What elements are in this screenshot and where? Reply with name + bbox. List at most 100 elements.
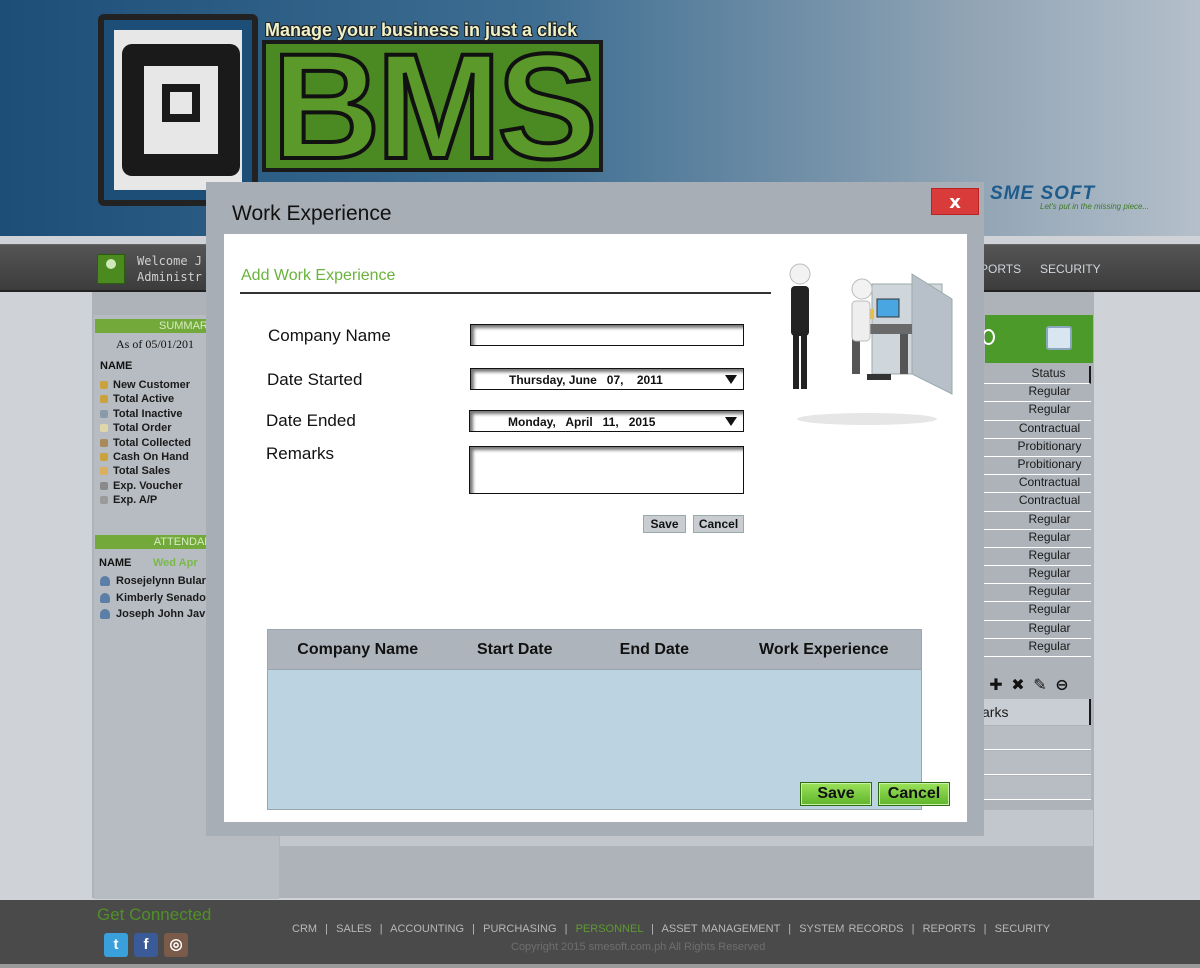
attendance-item[interactable]: Joseph John Javi [100, 608, 208, 625]
nav-item-security[interactable]: SECURITY [1040, 262, 1101, 276]
summary-name-header: NAME [100, 360, 133, 372]
logo-e-glyph [122, 44, 240, 176]
office-illustration [789, 263, 953, 425]
footer-link-accounting[interactable]: ACCOUNTING [390, 923, 464, 935]
footer-link-personnel[interactable]: PERSONNEL [576, 923, 643, 935]
facebook-icon[interactable]: f [134, 933, 158, 957]
nav-item-reports[interactable]: PORTS [980, 262, 1021, 276]
footer-link-sales[interactable]: SALES [336, 923, 371, 935]
remarks-label: Remarks [266, 444, 335, 463]
summary-item-icon [100, 481, 108, 490]
summary-item-icon [100, 424, 108, 433]
footer-save-button[interactable]: Save [800, 782, 872, 806]
twitter-icon[interactable]: t [104, 933, 128, 957]
grid-column-company-name[interactable]: Company Name [268, 641, 447, 659]
close-icon: x [949, 192, 961, 213]
status-header[interactable]: Status [980, 366, 1091, 385]
status-cell: Regular [980, 639, 1091, 657]
status-cell: Regular [980, 402, 1091, 421]
summary-item-icon [100, 496, 108, 505]
remarks-row [980, 726, 1091, 750]
summary-item-icon [100, 453, 108, 462]
summary-item[interactable]: Total Sales [100, 464, 191, 478]
status-cell: Regular [980, 512, 1091, 530]
ebms-logo-e [98, 14, 258, 206]
status-cell: Contractual [980, 421, 1091, 439]
footer-cancel-button[interactable]: Cancel [878, 782, 950, 806]
grid-column-end-date[interactable]: End Date [582, 641, 727, 659]
delete-icon[interactable]: ✖ [1007, 675, 1029, 694]
attendance-item[interactable]: Kimberly Senado [100, 592, 208, 609]
summary-item-icon [100, 438, 108, 447]
status-cell: Regular [980, 548, 1091, 567]
date-started-picker[interactable]: Thursday, June 07, 2011 [470, 368, 744, 390]
remarks-header[interactable]: arks [980, 699, 1091, 725]
attendance-date: Wed Apr [153, 557, 198, 569]
person-icon [100, 576, 110, 587]
section-title: Add Work Experience [241, 267, 396, 284]
footer-bar [0, 964, 1200, 968]
footer-link-reports[interactable]: REPORTS [923, 923, 976, 935]
instagram-icon[interactable]: ◎ [164, 933, 188, 957]
footer-links: CRM | SALES | ACCOUNTING | PURCHASING | … [292, 923, 1051, 935]
attendance-item[interactable]: Rosejelynn Bular [100, 575, 208, 592]
footer-link-asset-management[interactable]: ASSET MANAGEMENT [662, 923, 781, 935]
person-icon [100, 609, 110, 620]
add-icon[interactable]: ✚ [985, 675, 1007, 694]
summary-item[interactable]: Total Inactive [100, 407, 191, 421]
welcome-text: Welcome J Administr [137, 254, 203, 284]
summary-item[interactable]: Exp. Voucher [100, 479, 191, 493]
date-started-label: Date Started [267, 370, 363, 389]
modal-body: Add Work Experience Company Name Date St… [224, 234, 967, 822]
copyright: Copyright 2015 smesoft.com.ph All Rights… [511, 941, 766, 953]
printer-icon[interactable] [1046, 326, 1072, 350]
status-cell: Regular [980, 384, 1091, 403]
save-button[interactable]: Save [643, 515, 686, 533]
status-cell: Regular [980, 566, 1091, 585]
summary-item-icon [100, 409, 108, 418]
edit-icon[interactable]: ✎ [1029, 675, 1051, 694]
summary-list: New Customer Total Active Total Inactive… [100, 378, 191, 508]
summary-as-of: As of 05/01/201 [116, 337, 194, 351]
person-icon [100, 592, 110, 603]
summary-item[interactable]: Exp. A/P [100, 493, 191, 507]
cancel-button[interactable]: Cancel [693, 515, 744, 533]
summary-item-icon [100, 467, 108, 476]
summary-item[interactable]: Cash On Hand [100, 450, 191, 464]
attendance-list: Rosejelynn Bular Kimberly Senado Joseph … [100, 575, 208, 625]
status-cell: Contractual [980, 475, 1091, 494]
remarks-textarea[interactable] [469, 446, 744, 494]
summary-item[interactable]: Total Order [100, 421, 191, 435]
close-button[interactable]: x [931, 188, 979, 215]
status-cell: Contractual [980, 493, 1091, 512]
footer-link-purchasing[interactable]: PURCHASING [483, 923, 556, 935]
footer-link-crm[interactable]: CRM [292, 923, 317, 935]
status-cell: Regular [980, 584, 1091, 603]
footer-link-security[interactable]: SECURITY [995, 923, 1051, 935]
status-column: Status Regular Regular Contractual Probi… [980, 366, 1091, 657]
grid-header: Company Name Start Date End Date Work Ex… [268, 630, 921, 670]
summary-item[interactable]: Total Active [100, 392, 191, 406]
grid-column-work-experience[interactable]: Work Experience [727, 641, 921, 659]
date-ended-picker[interactable]: Monday, April 11, 2015 [469, 410, 744, 432]
footer-link-system-records[interactable]: SYSTEM RECORDS [799, 923, 903, 935]
dropdown-arrow-icon [725, 375, 737, 384]
summary-item-icon [100, 395, 108, 404]
dropdown-arrow-icon [725, 417, 737, 426]
status-cell: Regular [980, 530, 1091, 548]
summary-item[interactable]: New Customer [100, 378, 191, 392]
get-connected-label: Get Connected [97, 905, 212, 924]
company-name-label: Company Name [268, 326, 391, 345]
summary-item[interactable]: Total Collected [100, 436, 191, 450]
ebms-logo-text: BMS [262, 29, 604, 183]
date-started-value: Thursday, June 07, 2011 [509, 373, 663, 387]
summary-item-icon [100, 381, 108, 390]
section-divider [240, 292, 771, 294]
grid-column-start-date[interactable]: Start Date [447, 641, 582, 659]
smesoft-tagline: Let's put in the missing piece... [1040, 202, 1150, 211]
status-cell: Regular [980, 602, 1091, 621]
company-name-input[interactable] [470, 324, 744, 346]
date-ended-value: Monday, April 11, 2015 [508, 415, 656, 429]
toolbar-green-strip [985, 315, 1093, 363]
back-icon[interactable]: ⊖ [1051, 675, 1073, 694]
